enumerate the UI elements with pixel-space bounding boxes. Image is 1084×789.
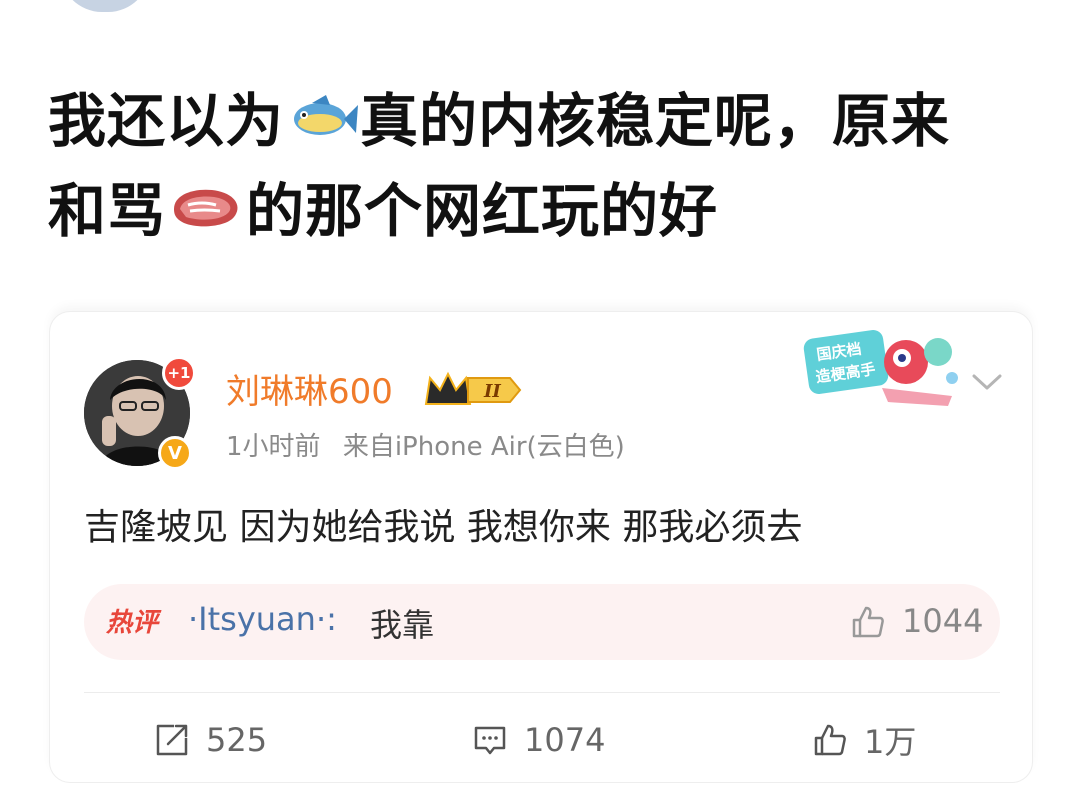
crown-level-icon[interactable]: II — [424, 370, 524, 410]
thumbs-up-icon — [814, 724, 846, 756]
hot-comment[interactable]: 热评 ·Itsyuan·: 我靠 1044 — [84, 584, 1000, 660]
avatar[interactable] — [60, 0, 150, 12]
username[interactable]: 刘琳琳600 — [226, 364, 393, 413]
hot-comment-content: 我靠 — [370, 606, 435, 644]
post-text-segment: 真的内核稳定呢，原来 — [360, 87, 951, 155]
promo-badge[interactable]: 国庆档 造梗高手 — [802, 326, 964, 412]
post-text-segment: 的那个网红玩的好 — [246, 176, 719, 245]
comment-button[interactable]: 1074 — [472, 712, 605, 768]
comment-text: 吉隆坡见 因为她给我说 我想你来 那我必须去 — [84, 507, 803, 548]
chevron-down-icon[interactable] — [970, 370, 1004, 394]
share-count: 525 — [206, 721, 268, 759]
like-button[interactable]: 1万 — [812, 712, 916, 768]
hot-comment-like-count: 1044 — [902, 602, 984, 640]
post-line-2: 和骂 的那个网红玩的好 — [48, 168, 1048, 258]
like-count: 1万 — [864, 723, 917, 761]
comment-meta: 1小时前 来自iPhone Air(云白色) — [226, 426, 639, 463]
share-icon — [156, 724, 188, 756]
plus-badge: +1 — [162, 356, 196, 390]
comment-source: 来自iPhone Air(云白色) — [342, 432, 625, 462]
post-line-1: 我还以为 真的内核稳定呢，原来 — [48, 78, 1048, 168]
hot-comment-user[interactable]: ·Itsyuan·: — [188, 600, 337, 638]
divider — [84, 692, 1000, 693]
level-badge-text: II — [483, 381, 501, 402]
post-text: 我还以为 真的内核稳定呢，原来 和骂 的那个网红玩的好 — [48, 78, 1048, 258]
comment-card: +1 V 刘琳琳600 II 1小时前 来自iPhone Air(云白色) 国庆… — [50, 312, 1032, 782]
comment-count: 1074 — [524, 721, 606, 759]
fish-icon — [286, 82, 359, 168]
steak-icon — [168, 172, 244, 258]
comment-icon — [474, 726, 506, 755]
share-button[interactable]: 525 — [154, 712, 267, 768]
weibo-screen: 我还以为 真的内核稳定呢，原来 和骂 的那个网红玩的好 +1 V 刘琳琳600 … — [0, 0, 1084, 789]
comment-time: 1小时前 — [226, 432, 321, 462]
post-text-segment: 和骂 — [48, 176, 167, 245]
verified-badge: V — [158, 436, 192, 470]
post-text-segment: 我还以为 — [48, 87, 285, 155]
action-bar: 525 1074 1万 — [50, 712, 1032, 768]
hot-comment-label: 热评 — [106, 608, 159, 638]
thumbs-up-icon[interactable] — [850, 604, 886, 640]
